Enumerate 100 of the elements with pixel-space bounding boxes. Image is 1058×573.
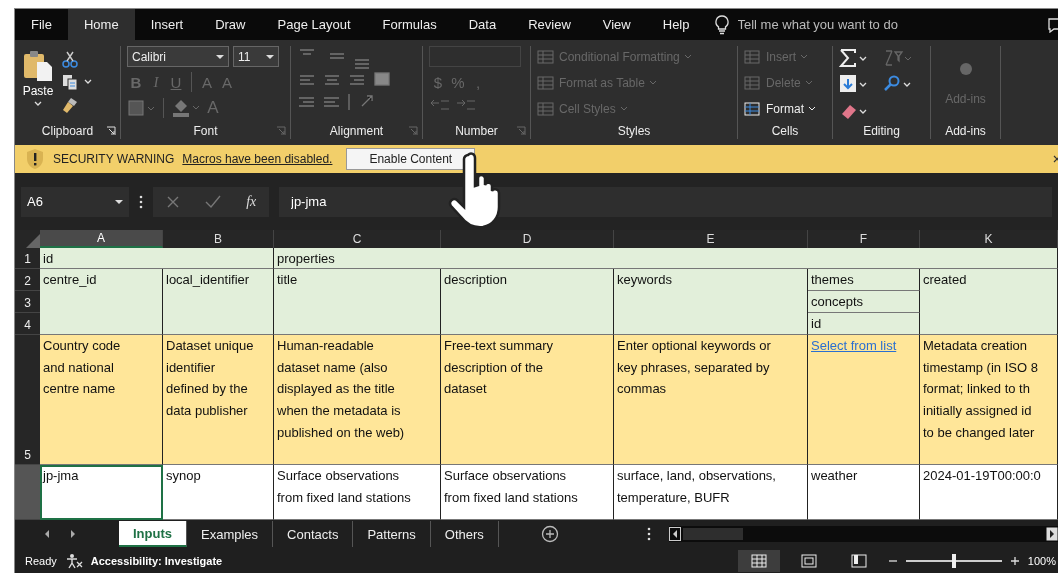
- scissors-icon[interactable]: [61, 50, 79, 68]
- column-header[interactable]: D: [441, 230, 614, 248]
- group-label: Styles: [617, 124, 651, 138]
- fill-color-icon[interactable]: [170, 98, 202, 118]
- autosum-icon[interactable]: [839, 48, 869, 68]
- paste-button[interactable]: Paste: [21, 46, 55, 123]
- chevron-icon[interactable]: [83, 78, 93, 86]
- table-cell: Enter optional keywords or key phrases, separated by commas: [614, 335, 808, 465]
- menu-tab[interactable]: Review: [512, 9, 587, 40]
- previous-sheet-icon[interactable]: [43, 529, 51, 539]
- column-header[interactable]: C: [274, 230, 441, 248]
- group-label: Clipboard: [41, 124, 94, 138]
- column-header[interactable]: E: [614, 230, 808, 248]
- select-from-list-link[interactable]: Select from list: [811, 338, 897, 353]
- accessibility-status[interactable]: Accessibility: Investigate: [90, 554, 223, 567]
- menu-tab[interactable]: Insert: [134, 9, 200, 40]
- row-header[interactable]: 3: [15, 291, 40, 313]
- scroll-thumb[interactable]: [682, 528, 743, 540]
- horizontal-scrollbar[interactable]: [668, 526, 1058, 542]
- column-header[interactable]: B: [163, 230, 274, 248]
- fill-down-icon[interactable]: [839, 74, 869, 95]
- menu-tab[interactable]: Draw: [199, 9, 262, 40]
- caret-icon: [115, 198, 123, 205]
- sheet-tab[interactable]: Inputs: [119, 521, 187, 547]
- column-header[interactable]: A: [40, 230, 163, 248]
- name-box[interactable]: A6: [21, 186, 129, 217]
- zoom-level[interactable]: 100%: [1027, 554, 1056, 567]
- menu-tab[interactable]: Page Layout: [261, 9, 367, 40]
- sheet-tab[interactable]: Examples: [187, 521, 274, 547]
- group-label: Cells: [771, 124, 799, 138]
- table-cell: Surface observations from fixed land stations: [441, 465, 614, 520]
- table-cell: 2024-01-19T00:00:0: [920, 465, 1058, 520]
- sheet-tab[interactable]: Others: [430, 521, 499, 547]
- zoom-slider-thumb[interactable]: [951, 553, 956, 568]
- grid-icon: [750, 553, 767, 568]
- search-field[interactable]: Tell me what you want to do: [735, 16, 1000, 33]
- sort-filter-icon[interactable]: [883, 48, 913, 68]
- menu-tab[interactable]: Home: [67, 9, 135, 40]
- table-cell: title: [274, 269, 441, 335]
- chevron-icon: [800, 54, 808, 60]
- circle-icon: [958, 62, 973, 76]
- sheet-tab[interactable]: Patterns: [353, 521, 431, 547]
- caret-icon: [216, 53, 224, 60]
- add-sheet-icon[interactable]: [540, 525, 559, 543]
- font-size-dropdown[interactable]: 11: [233, 46, 279, 67]
- table-cell: local_identifier: [163, 269, 274, 335]
- table-icon: [537, 101, 555, 117]
- table-icon: [744, 75, 762, 91]
- group-label: Number: [455, 124, 498, 138]
- table-cell: themes: [808, 269, 920, 291]
- menu-tab[interactable]: File: [15, 9, 68, 40]
- menu-tab[interactable]: View: [586, 9, 647, 40]
- scroll-left-icon[interactable]: [668, 527, 681, 541]
- table-cell: Free-text summary description of the dataset: [441, 335, 614, 465]
- format-painter-icon[interactable]: [61, 96, 79, 114]
- formula-input[interactable]: jp-jma: [279, 186, 1052, 217]
- next-sheet-icon[interactable]: [69, 529, 77, 539]
- column-header[interactable]: F: [808, 230, 920, 248]
- table-icon: [537, 49, 555, 65]
- menu-tab[interactable]: Data: [452, 9, 513, 40]
- lightbulb-icon: [713, 14, 730, 35]
- table-cell: synop: [163, 465, 274, 520]
- menu-tab[interactable]: Formulas: [366, 9, 453, 40]
- chevron-icon: [804, 80, 813, 86]
- column-header[interactable]: K: [920, 230, 1058, 248]
- row-header[interactable]: 1: [15, 248, 40, 269]
- cells-menu-button[interactable]: Format: [744, 98, 816, 120]
- page-break-icon: [850, 553, 867, 568]
- table-cell: surface, land, observations, temperature, BUFR: [614, 465, 808, 520]
- more-icon[interactable]: [139, 194, 143, 209]
- group-label: Alignment: [329, 124, 384, 138]
- row-header[interactable]: 4: [15, 313, 40, 335]
- normal-view-button[interactable]: [737, 549, 780, 572]
- table-cell: keywords: [614, 269, 808, 335]
- cancel-icon[interactable]: [165, 194, 180, 209]
- table-icon: [744, 49, 762, 65]
- group-label: Editing: [863, 124, 900, 138]
- copy-icon[interactable]: [61, 73, 79, 91]
- accessibility-icon[interactable]: [64, 552, 83, 569]
- check-icon[interactable]: [204, 194, 221, 209]
- table-cell: properties: [274, 248, 1058, 269]
- chevron-icon: [33, 100, 43, 108]
- sheet-tab[interactable]: Contacts: [273, 521, 354, 547]
- table-cell: Human-readable dataset name (also displayed as the title when the metadata is published on the web): [274, 335, 441, 465]
- chevron-icon: [619, 106, 628, 112]
- zoom-in-icon[interactable]: [1009, 555, 1020, 566]
- macros-link[interactable]: Macros have been disabled.: [182, 152, 333, 166]
- table-cell: jp-jma: [40, 465, 163, 520]
- font-name-dropdown[interactable]: Calibri: [127, 46, 229, 67]
- row-header[interactable]: 2: [15, 269, 40, 291]
- table-icon: [744, 101, 762, 117]
- table-cell: weather: [808, 465, 920, 520]
- table-cell: centre_id: [40, 269, 163, 335]
- insert-function-button[interactable]: fx: [246, 193, 257, 210]
- menu-tab[interactable]: Help: [646, 9, 706, 40]
- row-header[interactable]: 5: [15, 335, 40, 465]
- scroll-right-icon[interactable]: [1046, 527, 1058, 541]
- enable-content-button[interactable]: Enable Content: [346, 148, 476, 170]
- more-icon[interactable]: [646, 527, 651, 541]
- table-cell: created: [920, 269, 1058, 335]
